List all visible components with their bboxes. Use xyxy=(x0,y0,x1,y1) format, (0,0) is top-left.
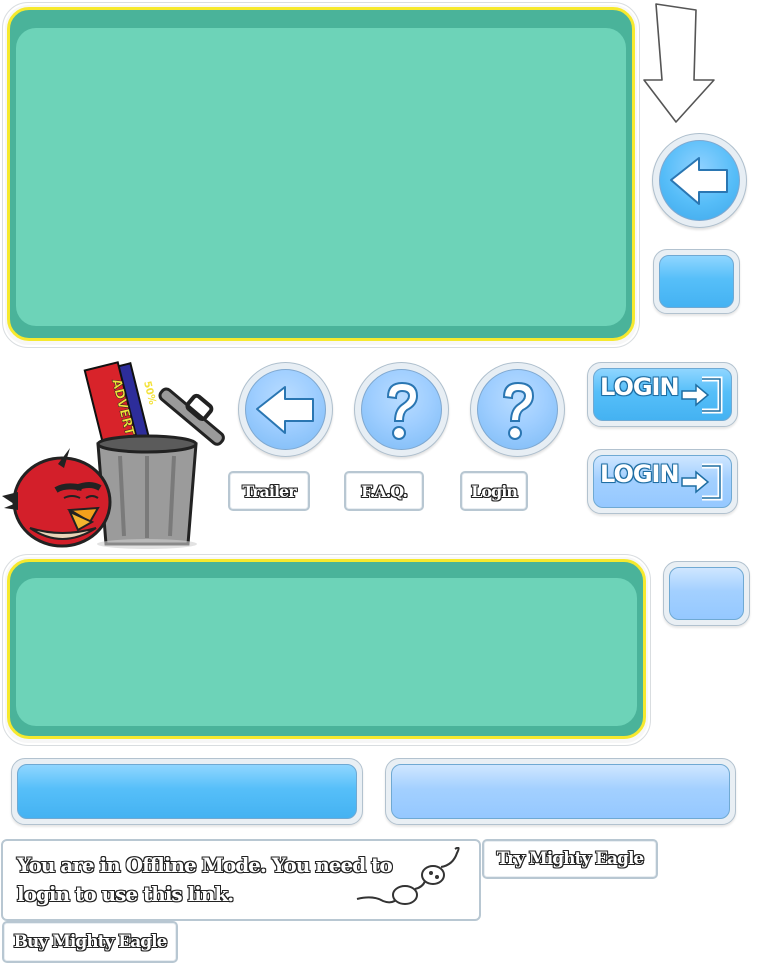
wide-blank-button-pale[interactable] xyxy=(385,758,736,825)
unplugged-plug-icon xyxy=(356,847,460,905)
back-button-active[interactable] xyxy=(652,133,747,228)
login-button-hover[interactable]: LOGIN xyxy=(587,449,738,514)
red-bird-icon xyxy=(2,448,112,548)
wide-blank-button-blue[interactable] xyxy=(11,758,363,825)
trailer-back-button[interactable] xyxy=(238,362,333,457)
svg-text:50%: 50% xyxy=(141,380,157,406)
question-icon xyxy=(386,381,419,440)
bottom-content-panel xyxy=(2,554,651,746)
faq-caption: F.A.Q. xyxy=(344,471,424,511)
offline-message-text: You are in Offline Mode. You need to log… xyxy=(17,853,393,906)
top-content-panel xyxy=(2,2,640,348)
back-arrow-icon xyxy=(256,386,314,434)
login-button-hover-label: LOGIN xyxy=(600,460,680,488)
faq-help-button[interactable] xyxy=(354,362,449,457)
login-button[interactable]: LOGIN xyxy=(587,362,738,427)
question-icon xyxy=(502,381,535,440)
small-blank-button-blue[interactable] xyxy=(653,249,740,314)
login-door-icon xyxy=(681,463,723,501)
trailer-caption: Trailer xyxy=(228,471,310,511)
login-button-label: LOGIN xyxy=(600,373,680,401)
back-arrow-icon xyxy=(670,157,728,205)
login-caption: Login xyxy=(460,471,528,511)
offline-mode-message: You are in Offline Mode. You need to log… xyxy=(1,839,481,921)
login-door-icon xyxy=(681,376,723,414)
login-help-button[interactable] xyxy=(470,362,565,457)
buy-mighty-eagle-button[interactable]: Buy Mighty Eagle xyxy=(2,921,178,963)
small-blank-button-pale[interactable] xyxy=(663,561,750,626)
try-mighty-eagle-button[interactable]: Try Mighty Eagle xyxy=(482,839,658,879)
red-bird-trash-illustration: ADVERTISEMENT 50% xyxy=(2,361,225,549)
down-arrow-icon xyxy=(643,3,715,123)
